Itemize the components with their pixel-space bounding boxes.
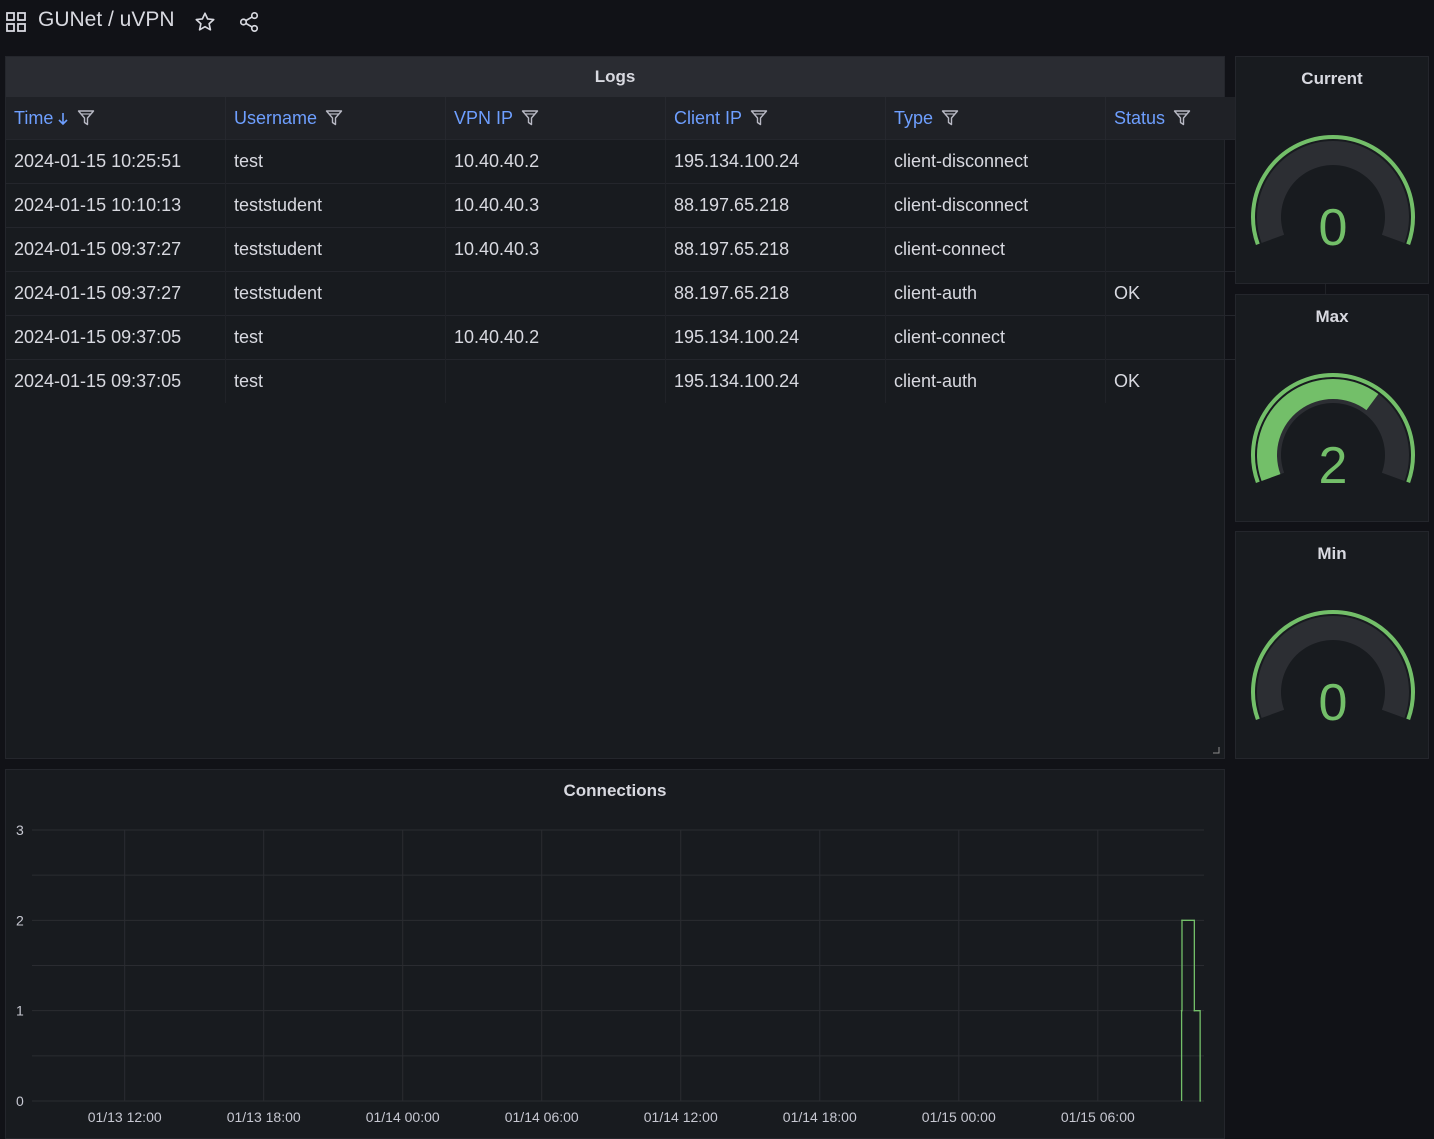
gauge-value: 2 bbox=[1319, 437, 1348, 495]
table-row[interactable]: 2024-01-15 10:10:13 teststudent 10.40.40.3… bbox=[6, 183, 1326, 228]
table-cell: client-connect bbox=[885, 227, 1106, 272]
table-cell: 88.197.65.218 bbox=[665, 227, 886, 272]
table-cell: 195.134.100.24 bbox=[665, 315, 886, 360]
column-header-username[interactable]: Username bbox=[225, 97, 446, 140]
table-cell: client-connect bbox=[885, 315, 1106, 360]
table-cell: client-auth bbox=[885, 359, 1106, 403]
table-cell: 10.40.40.3 bbox=[445, 183, 666, 228]
x-tick-label: 01/14 06:00 bbox=[505, 1109, 579, 1125]
column-header-label[interactable]: Username bbox=[234, 108, 317, 128]
column-header-label[interactable]: Time bbox=[14, 108, 53, 128]
gauge-title[interactable]: Min bbox=[1236, 532, 1428, 572]
table-cell: 88.197.65.218 bbox=[665, 183, 886, 228]
gauge-value: 0 bbox=[1319, 199, 1348, 257]
table-row[interactable]: 2024-01-15 09:37:27 teststudent 88.197.65.… bbox=[6, 271, 1326, 316]
table-cell: 10.40.40.2 bbox=[445, 315, 666, 360]
column-header-client-ip[interactable]: Client IP bbox=[665, 97, 886, 140]
gauge-max: 2 bbox=[1251, 373, 1415, 495]
table-cell: test bbox=[225, 139, 446, 184]
filter-icon[interactable] bbox=[941, 109, 959, 127]
y-tick-label: 1 bbox=[16, 1003, 24, 1019]
table-cell: 2024-01-15 10:25:51 bbox=[6, 139, 226, 184]
series-point bbox=[1199, 1100, 1201, 1102]
series-point bbox=[1180, 1009, 1183, 1012]
gauge-title[interactable]: Current bbox=[1236, 57, 1428, 97]
x-tick-label: 01/14 00:00 bbox=[366, 1109, 440, 1125]
table-cell: 2024-01-15 09:37:05 bbox=[6, 315, 226, 360]
column-header-vpn-ip[interactable]: VPN IP bbox=[445, 97, 666, 140]
logs-panel: Logs Time Username VPN IP Client IP Type Stat… bbox=[5, 56, 1326, 759]
y-tick-label: 0 bbox=[16, 1093, 24, 1109]
dashboard-header: GUNet / uVPN bbox=[0, 0, 1434, 44]
logs-table: Time Username VPN IP Client IP Type Status 20… bbox=[6, 97, 1326, 403]
table-cell: 2024-01-15 09:37:27 bbox=[6, 271, 226, 316]
column-header-type[interactable]: Type bbox=[885, 97, 1106, 140]
y-tick-label: 3 bbox=[16, 822, 24, 838]
table-cell: teststudent bbox=[225, 183, 446, 228]
table-cell: test bbox=[225, 359, 446, 403]
x-tick-label: 01/14 18:00 bbox=[783, 1109, 857, 1125]
connections-chart[interactable]: 0 1 2 3 01/13 12:00 01/13 18:00 01/14 00:00 01/… bbox=[6, 770, 1224, 1135]
table-cell: 195.134.100.24 bbox=[665, 359, 886, 403]
filter-icon[interactable] bbox=[77, 109, 95, 127]
gauge-panel-current: Current 0 bbox=[1235, 56, 1429, 284]
table-cell: 195.134.100.24 bbox=[665, 139, 886, 184]
x-tick-label: 01/15 00:00 bbox=[922, 1109, 996, 1125]
filter-icon[interactable] bbox=[750, 109, 768, 127]
filter-icon[interactable] bbox=[521, 109, 539, 127]
x-tick-label: 01/13 18:00 bbox=[227, 1109, 301, 1125]
table-cell: 2024-01-15 09:37:05 bbox=[6, 359, 226, 403]
gauge-current: 0 bbox=[1251, 135, 1415, 257]
column-header-label[interactable]: VPN IP bbox=[454, 108, 513, 128]
resize-handle-icon[interactable] bbox=[1212, 746, 1220, 754]
table-cell: client-disconnect bbox=[885, 183, 1106, 228]
table-header-row: Time Username VPN IP Client IP Type Status bbox=[6, 97, 1326, 140]
table-cell: 10.40.40.3 bbox=[445, 227, 666, 272]
breadcrumb[interactable]: GUNet / uVPN bbox=[38, 8, 175, 32]
column-header-time[interactable]: Time bbox=[6, 97, 226, 140]
table-cell: test bbox=[225, 315, 446, 360]
table-cell bbox=[445, 359, 666, 403]
logs-panel-title[interactable]: Logs bbox=[6, 57, 1224, 97]
table-row[interactable]: 2024-01-15 09:37:05 test 195.134.100.24 cli… bbox=[6, 359, 1326, 403]
column-header-label[interactable]: Status bbox=[1114, 108, 1165, 128]
share-icon[interactable] bbox=[238, 11, 260, 33]
table-row[interactable]: 2024-01-15 10:25:51 test 10.40.40.2 195.134… bbox=[6, 139, 1326, 184]
table-row[interactable]: 2024-01-15 09:37:05 test 10.40.40.2 195.134… bbox=[6, 315, 1326, 360]
column-header-label[interactable]: Client IP bbox=[674, 108, 742, 128]
gauge-value: 0 bbox=[1319, 674, 1348, 732]
gauge-panel-min: Min 0 bbox=[1235, 531, 1429, 759]
apps-icon[interactable] bbox=[6, 12, 26, 32]
series-point bbox=[1181, 919, 1183, 922]
table-cell: 88.197.65.218 bbox=[665, 271, 886, 316]
table-cell: 2024-01-15 09:37:27 bbox=[6, 227, 226, 272]
connections-panel-title[interactable]: Connections bbox=[6, 770, 1224, 811]
table-cell: teststudent bbox=[225, 271, 446, 316]
table-cell: client-auth bbox=[885, 271, 1106, 316]
table-body: 2024-01-15 10:25:51 test 10.40.40.2 195.134… bbox=[6, 139, 1326, 403]
table-cell: teststudent bbox=[225, 227, 446, 272]
gauge-panel-max: Max 2 bbox=[1235, 294, 1429, 522]
table-cell: 10.40.40.2 bbox=[445, 139, 666, 184]
column-header-label[interactable]: Type bbox=[894, 108, 933, 128]
x-tick-label: 01/15 06:00 bbox=[1061, 1109, 1135, 1125]
sort-descending-icon[interactable] bbox=[57, 112, 69, 126]
x-tick-label: 01/13 12:00 bbox=[88, 1109, 162, 1125]
table-cell bbox=[445, 271, 666, 316]
filter-icon[interactable] bbox=[1173, 109, 1191, 127]
gauge-min: 0 bbox=[1251, 610, 1415, 732]
filter-icon[interactable] bbox=[325, 109, 343, 127]
series-point bbox=[1193, 1009, 1196, 1012]
star-icon[interactable] bbox=[194, 11, 216, 33]
table-cell: client-disconnect bbox=[885, 139, 1106, 184]
table-row[interactable]: 2024-01-15 09:37:27 teststudent 10.40.40.3… bbox=[6, 227, 1326, 272]
y-tick-label: 2 bbox=[16, 912, 24, 928]
x-tick-label: 01/14 12:00 bbox=[644, 1109, 718, 1125]
connections-panel: 0 1 2 3 01/13 12:00 01/13 18:00 01/14 00:00 01/… bbox=[5, 769, 1225, 1139]
gauge-title[interactable]: Max bbox=[1236, 295, 1428, 335]
table-cell: 2024-01-15 10:10:13 bbox=[6, 183, 226, 228]
